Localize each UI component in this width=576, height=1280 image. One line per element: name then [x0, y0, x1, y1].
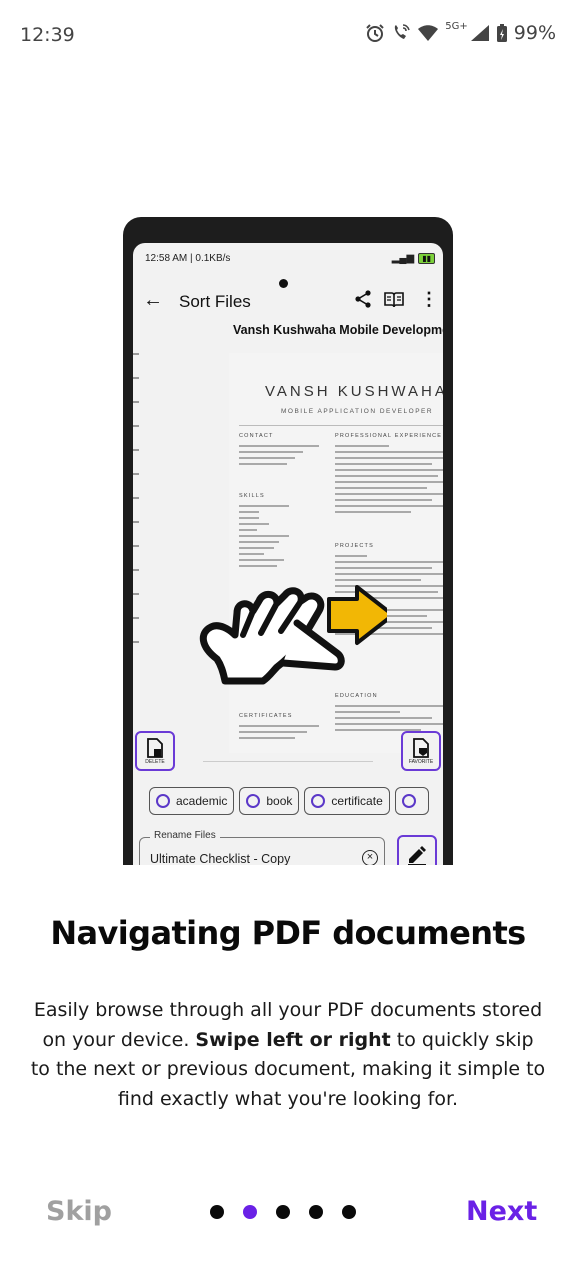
- resume-experience-heading: PROFESSIONAL EXPERIENCE: [335, 433, 443, 439]
- phone-screen: 12:58 AM | 0.1KB/s ▂▄▆ ▮▮ ← Sort Files ⋮…: [133, 243, 443, 865]
- phone-mockup: 12:58 AM | 0.1KB/s ▂▄▆ ▮▮ ← Sort Files ⋮…: [123, 217, 453, 865]
- page-dot[interactable]: [210, 1205, 224, 1219]
- preview-divider: [203, 761, 373, 762]
- page-dot[interactable]: [243, 1205, 257, 1219]
- status-time: 12:39: [20, 24, 75, 46]
- page-dot[interactable]: [309, 1205, 323, 1219]
- delete-label: DELETE: [145, 758, 165, 765]
- resume-contact-lines: [239, 445, 319, 469]
- skip-button[interactable]: Skip: [46, 1196, 112, 1227]
- status-icons: 5G+ 99%: [365, 20, 556, 44]
- document-title: Vansh Kushwaha Mobile Developmen: [233, 323, 443, 337]
- rename-field[interactable]: Rename Files Ultimate Checklist - Copy ×: [139, 830, 385, 865]
- delete-button[interactable]: DELETE: [135, 731, 175, 771]
- resume-divider: [239, 425, 443, 426]
- preview-battery-icon: ▮▮: [418, 253, 435, 264]
- preview-status-right: ▂▄▆ ▮▮: [392, 253, 435, 264]
- chip-book[interactable]: book: [239, 787, 300, 815]
- chip-academic[interactable]: academic: [149, 787, 235, 815]
- resume-contact-heading: CONTACT: [239, 433, 274, 439]
- favorite-file-icon: [413, 737, 429, 758]
- book-icon[interactable]: [383, 291, 405, 309]
- rename-field-label: Rename Files: [150, 830, 220, 841]
- resume-education-heading: EDUCATION: [335, 693, 378, 699]
- signal-icon: [470, 25, 489, 41]
- chip-label: book: [266, 794, 293, 808]
- share-icon[interactable]: [353, 289, 373, 309]
- back-arrow-icon[interactable]: ←: [143, 289, 163, 312]
- page-dot[interactable]: [342, 1205, 356, 1219]
- clear-icon[interactable]: ×: [362, 850, 378, 865]
- chip-radio-icon: [401, 794, 416, 808]
- wifi-call-icon: [395, 24, 411, 39]
- description-emphasis: Swipe left or right: [195, 1028, 391, 1051]
- chip-certificate[interactable]: certificate: [304, 787, 390, 815]
- hand-swipe-icon: [199, 585, 387, 685]
- resume-skills-heading: SKILLS: [239, 493, 265, 499]
- page-indicator: [210, 1205, 356, 1219]
- chip-radio-icon: [311, 794, 326, 808]
- category-chips: academic book certificate: [149, 787, 429, 815]
- resume-certificates-lines: [239, 725, 319, 743]
- onboarding-description: Easily browse through all your PDF docum…: [30, 996, 546, 1114]
- edit-button[interactable]: [397, 835, 437, 865]
- battery-icon: [496, 24, 507, 42]
- edit-icon: [408, 846, 426, 865]
- preview-status-left: 12:58 AM | 0.1KB/s: [145, 253, 231, 264]
- next-button[interactable]: Next: [466, 1196, 537, 1227]
- chip-label: certificate: [331, 794, 383, 808]
- resume-projects-heading: PROJECTS: [335, 543, 374, 549]
- resume-name: VANSH KUSHWAHA: [265, 383, 443, 400]
- status-bar: 12:39 5G+ 99%: [0, 0, 576, 72]
- page-dot[interactable]: [276, 1205, 290, 1219]
- resume-experience-lines: [335, 445, 443, 517]
- delete-file-icon: [147, 737, 163, 758]
- favorite-button[interactable]: FAVORITE: [401, 731, 441, 771]
- preview-status-bar: 12:58 AM | 0.1KB/s ▂▄▆ ▮▮: [145, 253, 435, 264]
- favorite-label: FAVORITE: [408, 758, 434, 765]
- preview-app-bar: ← Sort Files ⋮: [133, 283, 443, 323]
- resume-role: MOBILE APPLICATION DEVELOPER: [281, 408, 434, 415]
- resume-certificates-heading: CERTIFICATES: [239, 713, 293, 719]
- network-type: 5G+: [445, 20, 468, 32]
- onboarding-heading: Navigating PDF documents: [50, 914, 526, 952]
- preview-app-title: Sort Files: [179, 292, 251, 311]
- rename-field-value[interactable]: Ultimate Checklist - Copy: [150, 852, 290, 865]
- preview-signal-icon: ▂▄▆: [391, 253, 415, 264]
- chip-more[interactable]: [394, 787, 429, 815]
- chip-radio-icon: [156, 794, 170, 808]
- wifi-icon: [418, 25, 439, 41]
- resume-preview[interactable]: VANSH KUSHWAHA MOBILE APPLICATION DEVELO…: [229, 353, 443, 753]
- previous-document-edge: [133, 353, 145, 753]
- chip-label: academic: [176, 794, 228, 808]
- battery-percent: 99%: [513, 22, 556, 44]
- more-vert-icon[interactable]: ⋮: [420, 289, 438, 310]
- alarm-icon: [366, 24, 384, 42]
- chip-radio-icon: [246, 794, 261, 808]
